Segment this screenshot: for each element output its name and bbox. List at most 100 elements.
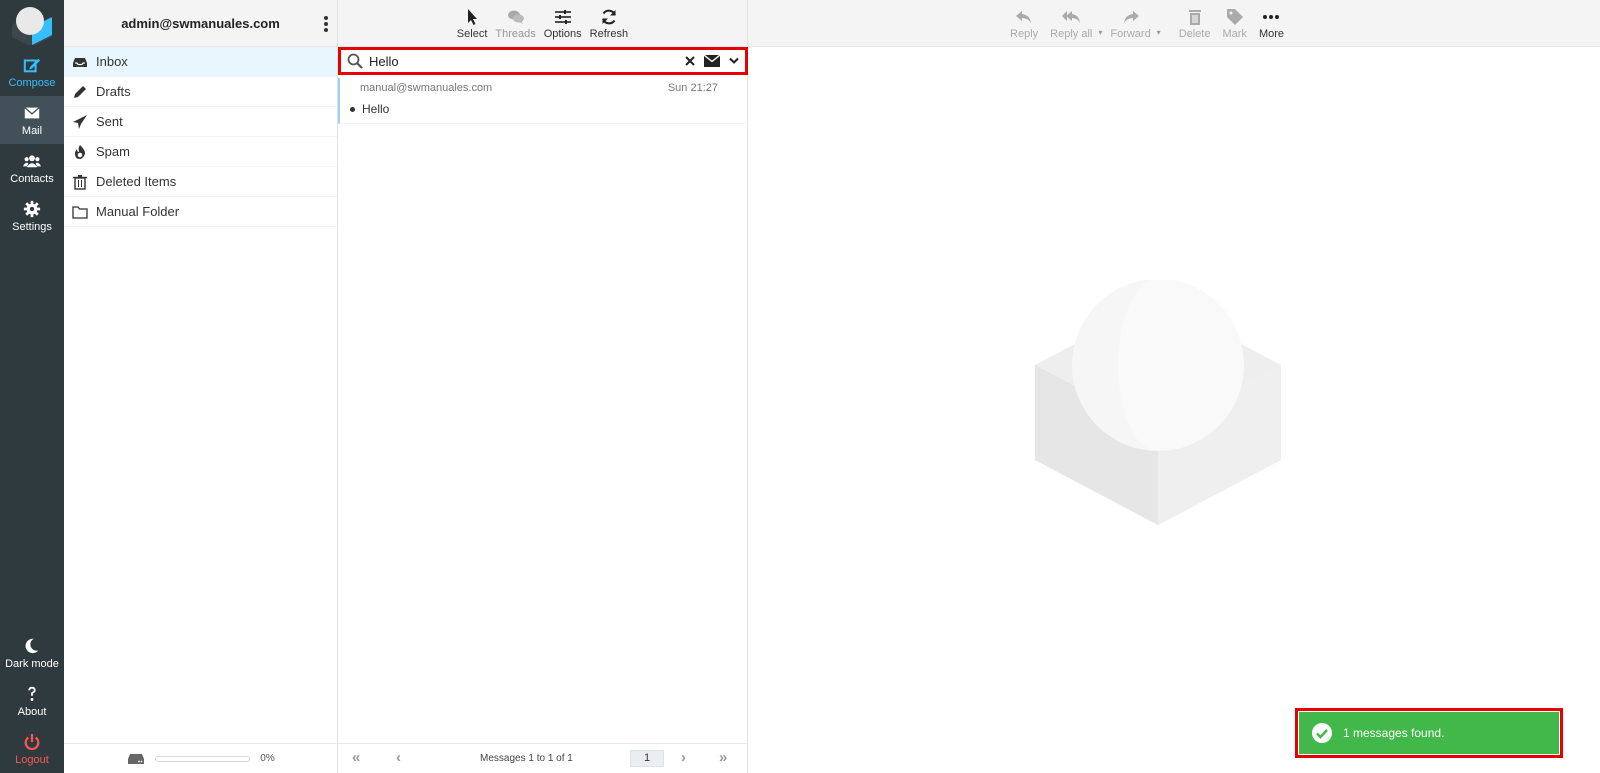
folder-icon xyxy=(72,204,88,220)
trash-icon xyxy=(1186,8,1204,26)
search-options-button[interactable] xyxy=(723,50,745,72)
message-content-pane: Reply Reply all ▾ Forward ▾ Delete Mark xyxy=(748,0,1600,773)
folder-drafts[interactable]: Drafts xyxy=(64,77,337,107)
folder-label: Sent xyxy=(96,114,123,129)
message-list-pane: Select Threads Options Refresh xyxy=(338,0,748,773)
empty-watermark-icon xyxy=(1033,280,1283,530)
search-icon xyxy=(347,53,363,69)
unread-dot-icon xyxy=(350,107,355,112)
comments-icon xyxy=(507,8,525,26)
toast-message: 1 messages found. xyxy=(1343,726,1444,740)
message-row[interactable]: manual@swmanuales.com Sun 21:27 Hello xyxy=(338,78,748,124)
compose-label: Compose xyxy=(8,77,55,89)
dark-mode-label: Dark mode xyxy=(5,658,59,670)
search-input[interactable] xyxy=(369,54,679,69)
threads-label: Threads xyxy=(495,28,535,40)
toast-body: 1 messages found. xyxy=(1299,712,1559,754)
search-scope-button[interactable] xyxy=(701,50,723,72)
reply-label: Reply xyxy=(1010,28,1038,40)
delete-label: Delete xyxy=(1179,28,1211,40)
select-button[interactable]: Select xyxy=(453,8,492,46)
ellipsis-icon xyxy=(1262,8,1280,26)
account-email: admin@swmanuales.com xyxy=(121,16,280,31)
folder-deleted-items[interactable]: Deleted Items xyxy=(64,167,337,197)
pencil-icon xyxy=(72,84,88,100)
last-page-button[interactable]: » xyxy=(719,749,727,766)
fire-icon xyxy=(72,144,88,160)
folder-label: Deleted Items xyxy=(96,174,176,189)
compose-button[interactable]: Compose xyxy=(0,48,64,96)
app-rail: Compose Mail Contacts Settings Dark mode… xyxy=(0,0,64,773)
trash-icon xyxy=(72,174,88,190)
forward-icon xyxy=(1122,8,1140,26)
chevron-down-icon xyxy=(729,57,739,65)
search-bar xyxy=(338,47,748,75)
refresh-label: Refresh xyxy=(590,28,629,40)
folder-sent[interactable]: Sent xyxy=(64,107,337,137)
page-number-input[interactable]: 1 xyxy=(630,750,664,767)
clear-search-button[interactable] xyxy=(679,50,701,72)
forward-button[interactable]: Forward ▾ xyxy=(1104,8,1156,46)
webmail-app: Compose Mail Contacts Settings Dark mode… xyxy=(0,0,1600,773)
roundcube-logo[interactable] xyxy=(0,0,64,48)
delete-button[interactable]: Delete xyxy=(1173,8,1217,46)
forward-dropdown-icon[interactable]: ▾ xyxy=(1157,28,1161,37)
mark-button[interactable]: Mark xyxy=(1216,8,1252,46)
mark-label: Mark xyxy=(1222,28,1246,40)
pointer-icon xyxy=(463,8,481,26)
quota-bar xyxy=(155,756,250,762)
logout-button[interactable]: Logout xyxy=(0,725,64,773)
compose-icon xyxy=(23,56,41,74)
folder-pane: admin@swmanuales.com Inbox Drafts Sent S… xyxy=(64,0,338,773)
dark-mode-toggle[interactable]: Dark mode xyxy=(0,629,64,677)
settings-nav[interactable]: Settings xyxy=(0,192,64,240)
moon-icon xyxy=(23,637,41,655)
reply-all-dropdown-icon[interactable]: ▾ xyxy=(1098,28,1102,37)
about-label: About xyxy=(18,706,47,718)
paper-plane-icon xyxy=(72,114,88,130)
forward-label: Forward xyxy=(1110,28,1150,40)
next-page-button[interactable]: › xyxy=(681,749,686,766)
tag-icon xyxy=(1226,8,1244,26)
reply-button[interactable]: Reply xyxy=(1004,8,1044,46)
options-button[interactable]: Options xyxy=(540,8,586,46)
folder-options-menu[interactable] xyxy=(323,16,329,32)
folder-label: Manual Folder xyxy=(96,204,179,219)
folder-manual-folder[interactable]: Manual Folder xyxy=(64,197,337,227)
contacts-nav[interactable]: Contacts xyxy=(0,144,64,192)
pagination: « ‹ Messages 1 to 1 of 1 1 › » xyxy=(338,743,748,773)
notification-toast[interactable]: 1 messages found. xyxy=(1295,708,1563,758)
more-button[interactable]: More xyxy=(1253,8,1290,46)
about-button[interactable]: About xyxy=(0,677,64,725)
message-date: Sun 21:27 xyxy=(668,82,718,94)
message-subject: Hello xyxy=(362,102,389,116)
users-icon xyxy=(23,152,41,170)
more-label: More xyxy=(1259,28,1284,40)
reply-all-label: Reply all xyxy=(1050,28,1092,40)
reply-all-icon xyxy=(1062,8,1080,26)
question-icon xyxy=(23,685,41,703)
threads-button[interactable]: Threads xyxy=(491,8,539,46)
quota-percent: 0% xyxy=(260,753,274,764)
settings-label: Settings xyxy=(12,221,52,233)
message-toolbar: Reply Reply all ▾ Forward ▾ Delete Mark xyxy=(748,0,1600,47)
mail-label: Mail xyxy=(22,125,42,137)
folder-spam[interactable]: Spam xyxy=(64,137,337,167)
logout-label: Logout xyxy=(15,754,49,766)
folder-inbox[interactable]: Inbox xyxy=(64,47,337,77)
contacts-label: Contacts xyxy=(10,173,53,185)
options-label: Options xyxy=(544,28,582,40)
folder-label: Inbox xyxy=(96,54,128,69)
folder-label: Spam xyxy=(96,144,130,159)
quota-indicator: 0% xyxy=(64,743,338,773)
reply-all-button[interactable]: Reply all ▾ xyxy=(1044,8,1098,46)
first-page-button[interactable]: « xyxy=(352,749,360,766)
inbox-icon xyxy=(72,54,88,70)
previous-page-button[interactable]: ‹ xyxy=(396,749,401,766)
reply-icon xyxy=(1015,8,1033,26)
mail-nav[interactable]: Mail xyxy=(0,96,64,144)
close-icon xyxy=(685,56,695,66)
folder-label: Drafts xyxy=(96,84,131,99)
message-from: manual@swmanuales.com xyxy=(360,82,492,94)
refresh-button[interactable]: Refresh xyxy=(586,8,633,46)
